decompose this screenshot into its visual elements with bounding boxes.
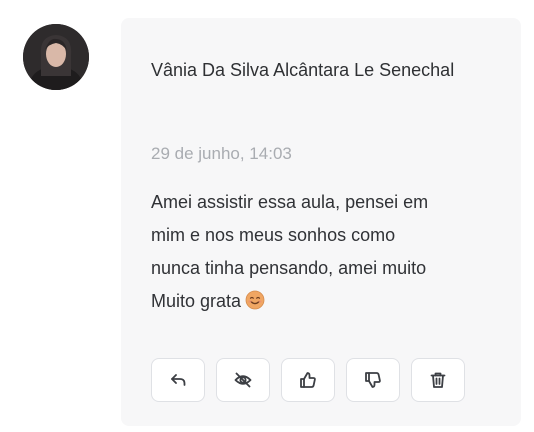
comment-card: Vânia Da Silva Alcântara Le Senechal 29 … <box>121 18 521 426</box>
comment-body-line: Amei assistir essa aula, pensei em <box>151 192 429 212</box>
comment-body: Amei assistir essa aula, pensei em mim e… <box>151 186 511 318</box>
comment-body-line: mim e nos meus sonhos como <box>151 225 396 245</box>
trash-icon <box>430 372 446 388</box>
comment-body-line-last: Muito grata <box>151 285 511 318</box>
hide-button[interactable] <box>216 358 270 402</box>
like-button[interactable] <box>281 358 335 402</box>
reply-arrow-icon <box>171 374 186 386</box>
smiling-face-emoji-icon <box>245 288 265 310</box>
reply-button[interactable] <box>151 358 205 402</box>
comment-item: Vânia Da Silva Alcântara Le Senechal 29 … <box>0 0 534 432</box>
comment-timestamp: 29 de junho, 14:03 <box>151 144 292 163</box>
comment-actions <box>151 358 465 402</box>
user-photo-icon <box>23 24 89 90</box>
comment-body-line: nunca tinha pensando, amei muito <box>151 258 427 278</box>
avatar[interactable] <box>23 24 89 90</box>
delete-button[interactable] <box>411 358 465 402</box>
dislike-button[interactable] <box>346 358 400 402</box>
thumbs-up-icon <box>300 372 316 388</box>
thumbs-down-icon <box>365 372 381 388</box>
comment-author: Vânia Da Silva Alcântara Le Senechal <box>151 60 455 80</box>
eye-off-icon <box>234 372 252 388</box>
comment-body-line: Muito grata <box>151 291 242 311</box>
